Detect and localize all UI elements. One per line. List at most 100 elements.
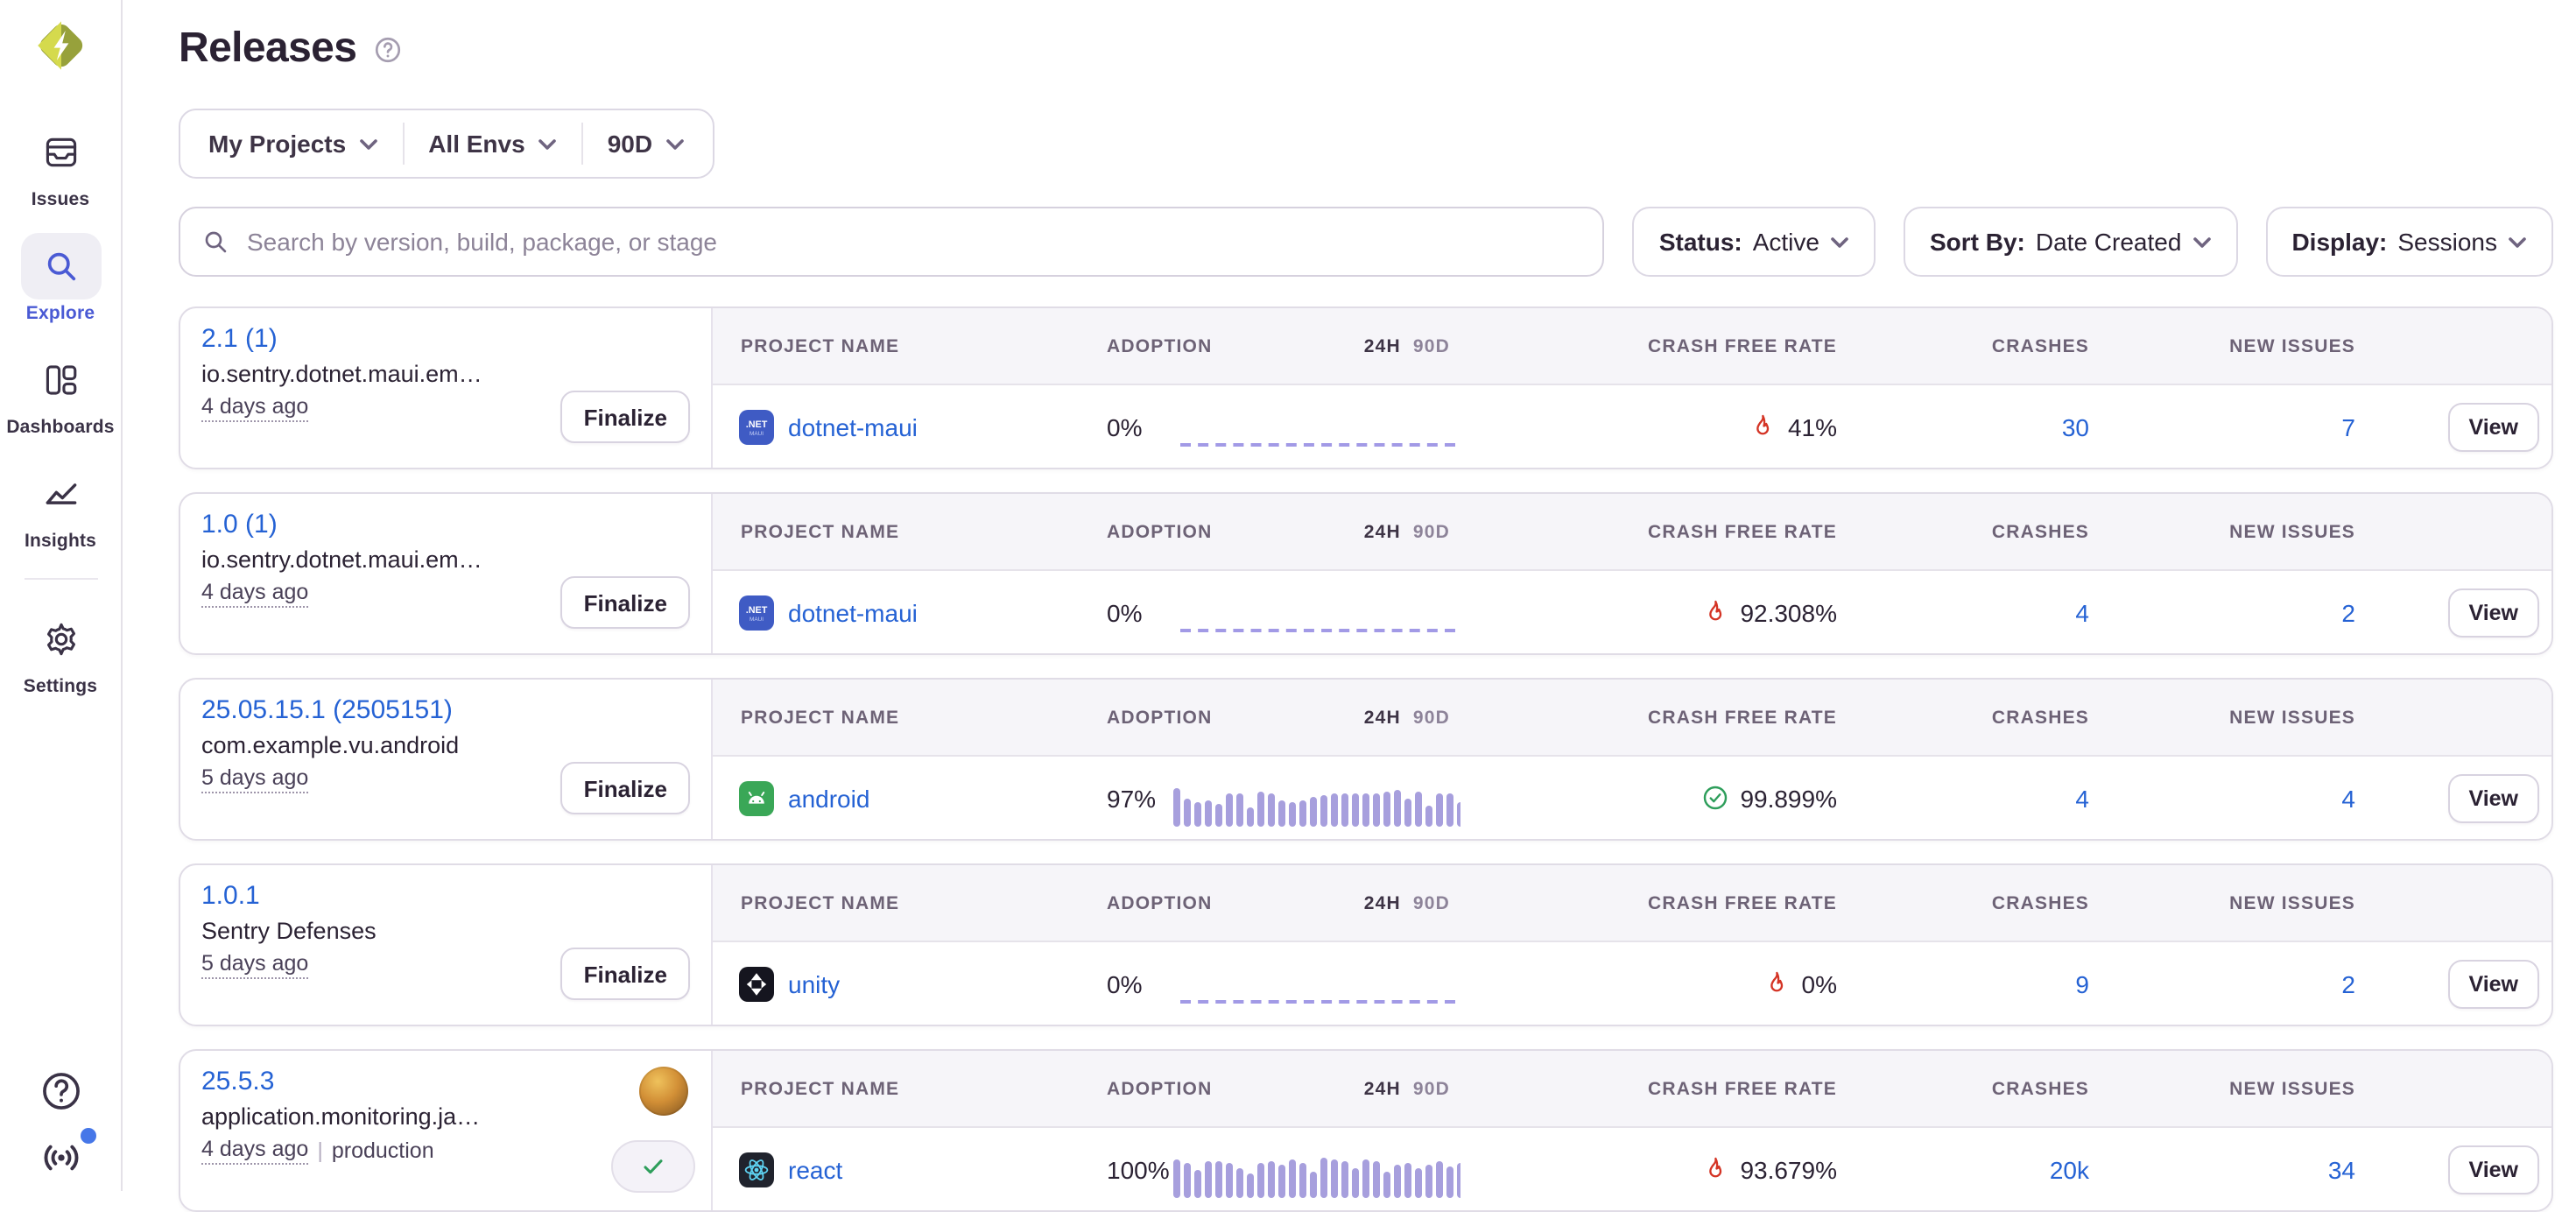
new-issues-count-link[interactable]: 4: [2103, 784, 2366, 812]
finalized-check-pill[interactable]: [611, 1140, 695, 1193]
crashes-count-link[interactable]: 4: [1858, 598, 2103, 626]
column-header-crashes: CRASHES: [1858, 1078, 2103, 1099]
environments-filter[interactable]: All Envs: [428, 130, 557, 158]
unity-icon: [739, 966, 774, 1001]
period-90d-toggle[interactable]: 90D: [1413, 1078, 1450, 1099]
period-90d-toggle[interactable]: 90D: [1413, 521, 1450, 542]
view-cell: View: [2366, 1145, 2551, 1194]
project-link[interactable]: unity: [788, 969, 840, 997]
adoption-bar: [1194, 1169, 1201, 1197]
project-link[interactable]: android: [788, 784, 869, 812]
adoption-value: 0%: [1107, 969, 1173, 997]
sidebar-item-issues[interactable]: Issues: [20, 119, 101, 210]
finalize-button[interactable]: Finalize: [561, 948, 690, 1000]
help-icon[interactable]: [38, 1068, 83, 1114]
adoption-bar: [1247, 807, 1254, 826]
project-link[interactable]: dotnet-maui: [788, 598, 918, 626]
sidebar-item-label: Explore: [26, 303, 95, 324]
period-toggle: 24H 90D: [1364, 335, 1450, 356]
display-dropdown-label: Display:: [2291, 228, 2387, 256]
release-version-link[interactable]: 25.05.15.1 (2505151): [201, 695, 453, 725]
status-dropdown[interactable]: Status: Active: [1633, 207, 1876, 277]
release-package: io.sentry.dotnet.maui.em…: [201, 361, 569, 387]
display-dropdown[interactable]: Display: Sessions: [2265, 207, 2553, 277]
adoption-bar: [1394, 1164, 1401, 1197]
view-button[interactable]: View: [2447, 1145, 2539, 1194]
column-header-crashes: CRASHES: [1858, 335, 2103, 356]
crashes-count-link[interactable]: 30: [1858, 412, 2103, 440]
finalize-button[interactable]: Finalize: [561, 576, 690, 629]
release-version-link[interactable]: 1.0 (1): [201, 510, 278, 539]
status-dropdown-label: Status:: [1659, 228, 1742, 256]
release-version-link[interactable]: 2.1 (1): [201, 324, 278, 354]
release-card: 25.5.3 application.monitoring.ja… 4 days…: [180, 1051, 713, 1210]
adoption-bar: [1236, 793, 1243, 826]
period-24h-toggle[interactable]: 24H: [1364, 521, 1401, 542]
view-cell: View: [2366, 402, 2551, 451]
adoption-bar: [1268, 793, 1275, 826]
flat-adoption-line: [1180, 999, 1456, 1003]
crashes-count-link[interactable]: 9: [1858, 969, 2103, 997]
column-header-crashes: CRASHES: [1858, 707, 2103, 728]
crash-free-rate-value: 93.679%: [1740, 1155, 1837, 1183]
date-range-filter[interactable]: 90D: [608, 130, 684, 158]
primary-navigation: Issues Explore Dashboards Insights: [0, 119, 121, 697]
release-project-row: .NETMAUI dotnet-maui 0% 41% 30 7 View: [713, 385, 2551, 468]
period-24h-toggle[interactable]: 24H: [1364, 707, 1401, 728]
adoption-sparkline: [1173, 595, 1460, 640]
release-card: 2.1 (1) io.sentry.dotnet.maui.em… 4 days…: [180, 308, 713, 468]
view-button[interactable]: View: [2447, 402, 2539, 451]
chevron-down-icon: [665, 137, 684, 150]
period-24h-toggle[interactable]: 24H: [1364, 1078, 1401, 1099]
project-link[interactable]: dotnet-maui: [788, 412, 918, 440]
check-circle-icon: [1701, 785, 1728, 811]
view-button[interactable]: View: [2447, 959, 2539, 1008]
question-circle-icon[interactable]: [372, 34, 402, 64]
sidebar-item-insights[interactable]: Insights: [20, 461, 101, 552]
sidebar-item-settings[interactable]: Settings: [20, 606, 101, 697]
new-issues-count-link[interactable]: 2: [2103, 969, 2366, 997]
release-version-link[interactable]: 25.5.3: [201, 1067, 274, 1096]
sidebar-item-explore[interactable]: Explore: [20, 233, 101, 324]
sort-by-dropdown[interactable]: Sort By: Date Created: [1904, 207, 2237, 277]
release-created-time: 5 days ago: [201, 951, 308, 979]
adoption-bar: [1446, 793, 1453, 826]
broadcast-icon[interactable]: [38, 1135, 83, 1180]
column-header-crash-free-rate: CRASH FREE RATE: [1499, 335, 1858, 356]
release-version-link[interactable]: 1.0.1: [201, 881, 260, 911]
sidebar-item-dashboards[interactable]: Dashboards: [6, 347, 114, 438]
crashes-count-link[interactable]: 4: [1858, 784, 2103, 812]
view-button[interactable]: View: [2447, 773, 2539, 822]
release-project-row: .NETMAUI dotnet-maui 0% 92.308% 4 2 View: [713, 571, 2551, 653]
sentry-logo[interactable]: [29, 14, 92, 77]
column-header-crash-free-rate: CRASH FREE RATE: [1499, 521, 1858, 542]
new-issues-count-link[interactable]: 34: [2103, 1155, 2366, 1183]
new-issues-count-link[interactable]: 2: [2103, 598, 2366, 626]
adoption-bar: [1247, 1173, 1254, 1197]
chevron-down-icon: [2192, 236, 2211, 248]
releases-list: 2.1 (1) io.sentry.dotnet.maui.em… 4 days…: [179, 307, 2553, 1212]
crashes-count-link[interactable]: 20k: [1858, 1155, 2103, 1183]
adoption-cell: 0%: [1096, 404, 1499, 449]
svg-text:.NET: .NET: [746, 419, 768, 429]
period-24h-toggle[interactable]: 24H: [1364, 335, 1401, 356]
finalize-button[interactable]: Finalize: [561, 391, 690, 443]
view-cell: View: [2366, 959, 2551, 1008]
period-90d-toggle[interactable]: 90D: [1413, 335, 1450, 356]
adoption-cell: 97%: [1096, 775, 1499, 821]
view-button[interactable]: View: [2447, 588, 2539, 637]
project-link[interactable]: react: [788, 1155, 842, 1183]
finalize-button[interactable]: Finalize: [561, 762, 690, 814]
new-issues-count-link[interactable]: 7: [2103, 412, 2366, 440]
adoption-bar: [1299, 800, 1306, 826]
projects-filter[interactable]: My Projects: [208, 130, 377, 158]
adoption-bar: [1362, 1159, 1369, 1197]
adoption-bar: [1257, 791, 1264, 826]
period-90d-toggle[interactable]: 90D: [1413, 707, 1450, 728]
period-24h-toggle[interactable]: 24H: [1364, 892, 1401, 913]
period-90d-toggle[interactable]: 90D: [1413, 892, 1450, 913]
sort-by-dropdown-label: Sort By:: [1930, 228, 2025, 256]
search-input[interactable]: [243, 226, 1582, 257]
project-cell: .NETMAUI dotnet-maui: [713, 409, 1096, 444]
search-bar[interactable]: [179, 207, 1605, 277]
